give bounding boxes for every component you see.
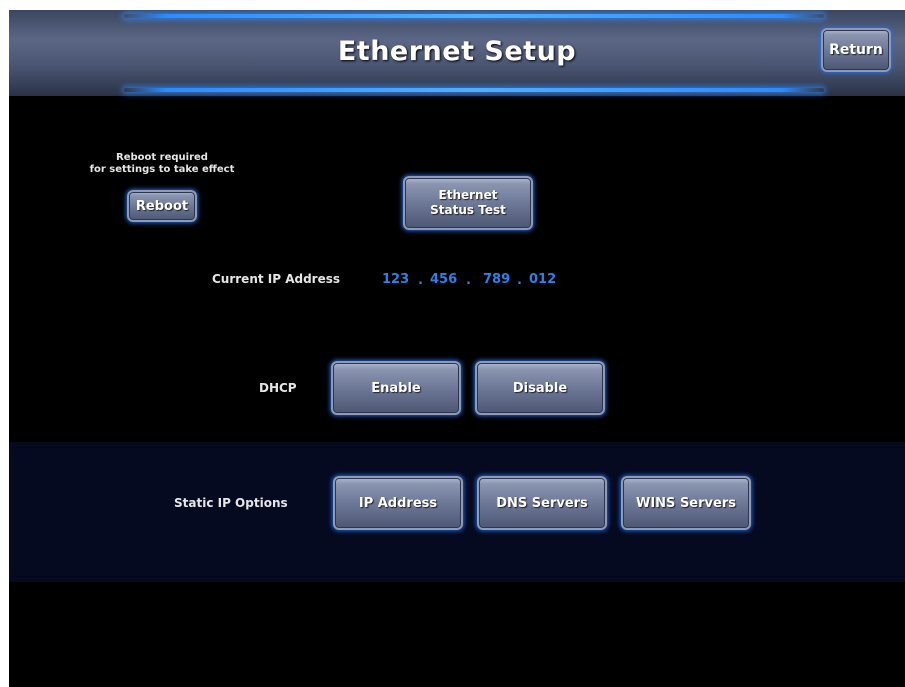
status-test-line2: Status Test	[430, 203, 506, 217]
dns-servers-button-label: DNS Servers	[496, 495, 588, 511]
ip-address-button[interactable]: IP Address	[333, 476, 463, 530]
static-ip-panel: Static IP Options IP Address DNS Servers…	[9, 442, 905, 582]
header-glow-top	[124, 14, 824, 18]
reboot-button[interactable]: Reboot	[127, 190, 197, 222]
return-button-label: Return	[829, 41, 883, 58]
dhcp-enable-label: Enable	[371, 380, 421, 396]
dhcp-enable-button[interactable]: Enable	[331, 361, 461, 415]
ip-address-button-label: IP Address	[358, 495, 438, 511]
reboot-note-line2: for settings to take effect	[89, 164, 235, 175]
ip-octet-3: 789	[483, 272, 511, 287]
header-bar: Ethernet Setup Return	[9, 10, 905, 96]
ethernet-setup-screen: Ethernet Setup Return Reboot required fo…	[9, 10, 905, 687]
ip-octet-1: 123	[382, 272, 410, 287]
wins-servers-button-label: WINS Servers	[636, 495, 736, 511]
ip-dot-2: .	[466, 273, 471, 288]
ip-octet-2: 456	[430, 272, 458, 287]
dhcp-disable-button[interactable]: Disable	[475, 361, 605, 415]
reboot-note: Reboot required for settings to take eff…	[81, 152, 243, 176]
page-title: Ethernet Setup	[337, 36, 577, 67]
current-ip-label: Current IP Address	[212, 272, 341, 286]
reboot-button-label: Reboot	[135, 198, 189, 214]
reboot-note-line1: Reboot required	[116, 152, 208, 163]
wins-servers-button[interactable]: WINS Servers	[621, 476, 751, 530]
ethernet-status-test-button[interactable]: Ethernet Status Test	[403, 176, 533, 230]
header-glow-bottom	[124, 88, 824, 92]
dhcp-label: DHCP	[259, 381, 297, 395]
ip-dot-3: .	[517, 273, 522, 288]
ip-dot-1: .	[418, 273, 423, 288]
status-test-line1: Ethernet	[438, 188, 498, 202]
ethernet-status-test-label: Ethernet Status Test	[430, 188, 506, 218]
dns-servers-button[interactable]: DNS Servers	[477, 476, 607, 530]
static-ip-label: Static IP Options	[174, 496, 288, 510]
dhcp-disable-label: Disable	[512, 380, 568, 396]
ip-octet-4: 012	[529, 272, 557, 287]
return-button[interactable]: Return	[821, 28, 891, 72]
